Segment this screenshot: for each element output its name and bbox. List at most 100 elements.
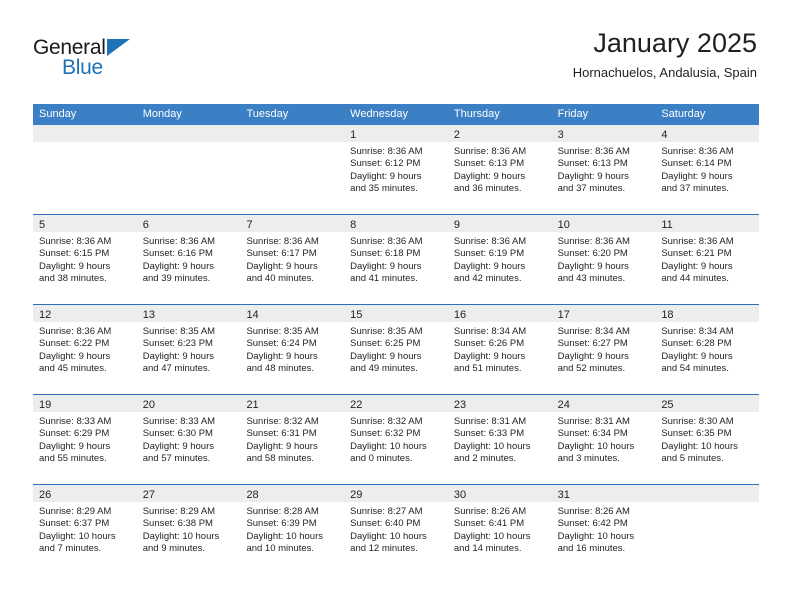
day-sun-info: Sunrise: 8:26 AM Sunset: 6:42 PM Daylight:…: [552, 502, 656, 556]
day-sun-info: Sunrise: 8:36 AM Sunset: 6:20 PM Daylight:…: [552, 232, 656, 286]
calendar-day-cell[interactable]: 25 Sunrise: 8:30 AM Sunset: 6:35 PM Dayligh…: [655, 395, 760, 484]
daylight-text: Daylight: 9 hours: [142, 350, 215, 362]
daylight-text: and 7 minutes.: [39, 543, 102, 555]
day-sun-info: Sunrise: 8:32 AM Sunset: 6:31 PM Daylight:…: [240, 412, 344, 466]
daylight-text: and 43 minutes.: [557, 273, 626, 285]
day-number: 22: [350, 399, 363, 411]
sunrise-text: Sunrise: 8:36 AM: [142, 236, 216, 247]
day-sun-info: Sunrise: 8:34 AM Sunset: 6:26 PM Daylight:…: [448, 322, 552, 376]
daylight-text: and 47 minutes.: [142, 363, 211, 375]
calendar-day-cell[interactable]: 17 Sunrise: 8:34 AM Sunset: 6:27 PM Dayligh…: [551, 305, 656, 394]
day-number-band: 8: [344, 215, 448, 232]
daylight-text: Daylight: 9 hours: [39, 350, 111, 362]
calendar-day-cell[interactable]: 29 Sunrise: 8:27 AM Sunset: 6:40 PM Dayligh…: [344, 485, 448, 574]
day-number-band: 26: [33, 485, 137, 502]
sunrise-text: Sunrise: 8:30 AM: [661, 416, 734, 427]
calendar-day-cell[interactable]: 26 Sunrise: 8:29 AM Sunset: 6:37 PM Dayligh…: [33, 485, 137, 574]
day-sun-info: Sunrise: 8:36 AM Sunset: 6:14 PM Daylight:…: [655, 142, 759, 196]
calendar-day-cell[interactable]: 28 Sunrise: 8:28 AM Sunset: 6:39 PM Dayligh…: [240, 485, 345, 574]
day-sun-info: Sunrise: 8:31 AM Sunset: 6:34 PM Daylight:…: [552, 412, 656, 466]
calendar-day-cell[interactable]: 3 Sunrise: 8:36 AM Sunset: 6:13 PM Daylight…: [551, 125, 656, 214]
calendar-day-cell[interactable]: 5 Sunrise: 8:36 AM Sunset: 6:15 PM Daylight…: [33, 215, 137, 304]
calendar-day-cell[interactable]: 31 Sunrise: 8:26 AM Sunset: 6:42 PM Dayligh…: [551, 485, 656, 574]
calendar-day-cell[interactable]: 1 Sunrise: 8:36 AM Sunset: 6:12 PM Daylight…: [344, 125, 448, 214]
day-number-band: 11: [655, 215, 760, 232]
sunset-text: Sunset: 6:13 PM: [557, 158, 628, 170]
calendar-day-cell[interactable]: 7 Sunrise: 8:36 AM Sunset: 6:17 PM Daylight…: [240, 215, 345, 304]
day-number-band: 28: [240, 485, 345, 502]
daylight-text: and 2 minutes.: [453, 453, 517, 465]
day-number: 3: [557, 129, 564, 141]
calendar-day-cell[interactable]: 6 Sunrise: 8:36 AM Sunset: 6:16 PM Daylight…: [136, 215, 241, 304]
sunrise-text: Sunrise: 8:26 AM: [557, 506, 630, 517]
sunrise-text: Sunrise: 8:36 AM: [246, 236, 319, 247]
sunrise-text: Sunrise: 8:32 AM: [350, 416, 423, 427]
calendar-day-cell[interactable]: 8 Sunrise: 8:36 AM Sunset: 6:18 PM Daylight…: [344, 215, 448, 304]
general-blue-logo[interactable]: General Blue: [33, 36, 163, 84]
calendar-day-cell[interactable]: 15 Sunrise: 8:35 AM Sunset: 6:25 PM Dayligh…: [344, 305, 448, 394]
day-number: 23: [453, 399, 467, 411]
sunset-text: Sunset: 6:27 PM: [557, 338, 628, 350]
sunset-text: Sunset: 6:26 PM: [453, 338, 525, 350]
sunrise-text: Sunrise: 8:35 AM: [142, 326, 216, 337]
calendar-day-cell[interactable]: 10 Sunrise: 8:36 AM Sunset: 6:20 PM Dayligh…: [551, 215, 656, 304]
weekday-header-monday: Monday: [142, 108, 182, 120]
day-sun-info: Sunrise: 8:36 AM Sunset: 6:22 PM Daylight:…: [33, 322, 137, 376]
daylight-text: Daylight: 9 hours: [142, 260, 215, 272]
calendar-day-cell[interactable]: 9 Sunrise: 8:36 AM Sunset: 6:19 PM Daylight…: [447, 215, 552, 304]
calendar-day-cell[interactable]: 2 Sunrise: 8:36 AM Sunset: 6:13 PM Daylight…: [447, 125, 552, 214]
daylight-text: and 49 minutes.: [350, 363, 418, 375]
sunset-text: Sunset: 6:28 PM: [661, 338, 732, 350]
day-sun-info: Sunrise: 8:30 AM Sunset: 6:35 PM Daylight:…: [655, 412, 759, 466]
sunset-text: Sunset: 6:21 PM: [661, 248, 732, 260]
calendar-day-cell[interactable]: 18 Sunrise: 8:34 AM Sunset: 6:28 PM Dayligh…: [655, 305, 760, 394]
calendar-day-cell[interactable]: 20 Sunrise: 8:33 AM Sunset: 6:30 PM Dayligh…: [136, 395, 241, 484]
daylight-text: and 36 minutes.: [453, 183, 522, 195]
daylight-text: Daylight: 10 hours: [661, 440, 738, 452]
calendar-day-cell[interactable]: 23 Sunrise: 8:31 AM Sunset: 6:33 PM Dayligh…: [447, 395, 552, 484]
day-number-band: 16: [447, 305, 552, 322]
calendar-day-cell[interactable]: 11 Sunrise: 8:36 AM Sunset: 6:21 PM Dayligh…: [655, 215, 760, 304]
sunrise-text: Sunrise: 8:32 AM: [246, 416, 319, 427]
sunrise-text: Sunrise: 8:31 AM: [557, 416, 630, 427]
sunset-text: Sunset: 6:31 PM: [246, 428, 317, 440]
calendar-day-cell[interactable]: 24 Sunrise: 8:31 AM Sunset: 6:34 PM Dayligh…: [551, 395, 656, 484]
daylight-text: and 10 minutes.: [246, 543, 315, 555]
day-sun-info: Sunrise: 8:36 AM Sunset: 6:19 PM Daylight:…: [448, 232, 552, 286]
day-sun-info: Sunrise: 8:27 AM Sunset: 6:40 PM Daylight:…: [344, 502, 448, 556]
calendar-day-cell[interactable]: 30 Sunrise: 8:26 AM Sunset: 6:41 PM Dayligh…: [447, 485, 552, 574]
day-number: 1: [350, 129, 357, 141]
day-number-band: 7: [240, 215, 345, 232]
day-number-band: 27: [136, 485, 241, 502]
calendar-day-cell[interactable]: 22 Sunrise: 8:32 AM Sunset: 6:32 PM Dayligh…: [344, 395, 448, 484]
daylight-text: and 37 minutes.: [557, 183, 626, 195]
calendar-day-cell[interactable]: 12 Sunrise: 8:36 AM Sunset: 6:22 PM Dayligh…: [33, 305, 137, 394]
calendar-day-cell[interactable]: 19 Sunrise: 8:33 AM Sunset: 6:29 PM Dayligh…: [33, 395, 137, 484]
day-number: 5: [39, 219, 46, 231]
day-number: 27: [142, 489, 155, 501]
sunrise-text: Sunrise: 8:36 AM: [661, 236, 734, 247]
calendar-day-cell[interactable]: 14 Sunrise: 8:35 AM Sunset: 6:24 PM Dayligh…: [240, 305, 345, 394]
calendar-week-row: 19 Sunrise: 8:33 AM Sunset: 6:29 PM Dayligh…: [33, 394, 760, 484]
day-number: 16: [453, 309, 467, 321]
weekday-header-saturday: Saturday: [661, 108, 706, 120]
calendar-day-cell[interactable]: 16 Sunrise: 8:34 AM Sunset: 6:26 PM Dayligh…: [447, 305, 552, 394]
calendar-day-cell-empty: [136, 125, 241, 214]
day-sun-info: Sunrise: 8:33 AM Sunset: 6:30 PM Daylight:…: [137, 412, 241, 466]
calendar-day-cell-empty: [33, 125, 137, 214]
calendar-day-cell[interactable]: 4 Sunrise: 8:36 AM Sunset: 6:14 PM Daylight…: [655, 125, 760, 214]
calendar-day-cell[interactable]: 13 Sunrise: 8:35 AM Sunset: 6:23 PM Dayligh…: [136, 305, 241, 394]
day-number: 18: [661, 309, 674, 321]
calendar-day-cell-empty: [655, 485, 760, 574]
daylight-text: and 3 minutes.: [557, 453, 620, 465]
calendar-grid: Sunday Monday Tuesday Wednesday Thursday Frid…: [33, 104, 760, 574]
daylight-text: and 5 minutes.: [661, 453, 724, 465]
day-number-band: 23: [447, 395, 552, 412]
sunset-text: Sunset: 6:22 PM: [39, 338, 110, 350]
day-number-band: 10: [551, 215, 656, 232]
calendar-day-cell[interactable]: 21 Sunrise: 8:32 AM Sunset: 6:31 PM Dayligh…: [240, 395, 345, 484]
sunset-text: Sunset: 6:12 PM: [350, 158, 421, 170]
weekday-header-friday: Friday: [557, 108, 589, 120]
sunset-text: Sunset: 6:40 PM: [350, 518, 421, 530]
calendar-day-cell[interactable]: 27 Sunrise: 8:29 AM Sunset: 6:38 PM Dayligh…: [136, 485, 241, 574]
